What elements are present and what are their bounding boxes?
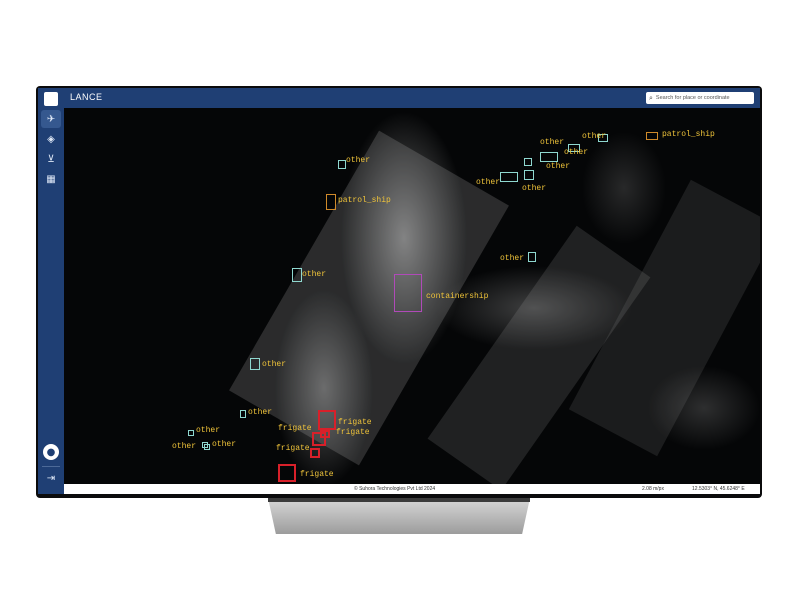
detection-label: other <box>172 442 197 451</box>
app-logo[interactable] <box>44 92 58 106</box>
detection-label: other <box>522 184 547 193</box>
cursor-coordinates: 12.5303° N, 45.6248° E <box>692 486 745 492</box>
detection-box-other[interactable] <box>188 430 194 436</box>
detection-box-frigate[interactable] <box>278 464 296 482</box>
monitor-stand-shadow <box>268 498 530 502</box>
detection-box-other[interactable] <box>524 170 534 180</box>
app-title: LANCE <box>70 92 103 102</box>
detection-box-patrol_ship[interactable] <box>646 132 658 140</box>
detection-label: frigate <box>278 424 312 433</box>
monitor-frame: ✈ ◈ ⊻ ▦ ● ⇥ LANCE ⌕ Search for place or … <box>36 86 762 498</box>
user-icon[interactable]: ● <box>43 444 59 460</box>
detection-label: other <box>262 360 287 369</box>
logout-icon[interactable]: ⇥ <box>42 470 60 486</box>
monitor-stand <box>268 498 530 534</box>
map-scale: 2.08 m/px <box>642 486 664 492</box>
detection-label: other <box>302 270 327 279</box>
search-icon: ⌕ <box>649 93 653 102</box>
detection-label: frigate <box>336 428 370 437</box>
status-bar: © Suhora Technologies Pvt Ltd 2024 2.08 … <box>64 484 760 494</box>
detection-label: frigate <box>300 470 334 479</box>
sidebar-divider <box>42 466 60 467</box>
detection-box-frigate[interactable] <box>310 448 320 458</box>
detection-label: frigate <box>276 444 310 453</box>
layers-icon[interactable]: ◈ <box>41 130 61 148</box>
detection-box-containership[interactable] <box>394 274 422 312</box>
detection-label: other <box>212 440 237 449</box>
detection-box-other[interactable] <box>338 160 346 169</box>
detection-label: other <box>540 138 565 147</box>
detection-box-patrol_ship[interactable] <box>326 194 336 210</box>
detection-box-other[interactable] <box>240 410 246 418</box>
satellite-icon[interactable]: ✈ <box>41 110 61 128</box>
search-box[interactable]: ⌕ Search for place or coordinate <box>646 92 754 104</box>
detection-label: other <box>546 162 571 171</box>
sidebar: ✈ ◈ ⊻ ▦ ● ⇥ <box>38 88 64 494</box>
detection-box-other[interactable] <box>540 152 558 162</box>
detection-box-frigate[interactable] <box>320 430 330 438</box>
detection-box-other[interactable] <box>202 442 208 448</box>
detection-label: frigate <box>338 418 372 427</box>
detection-label: patrol_ship <box>338 196 391 205</box>
sar-map-view[interactable]: other patrol_ship other containership other o… <box>64 108 760 484</box>
search-input[interactable]: Search for place or coordinate <box>656 95 730 101</box>
detection-box-other[interactable] <box>250 358 260 370</box>
detection-label: containership <box>426 292 489 301</box>
detection-label: other <box>582 132 607 141</box>
detection-box-other[interactable] <box>292 268 302 282</box>
detection-box-other[interactable] <box>500 172 518 182</box>
calendar-icon[interactable]: ▦ <box>41 170 61 188</box>
detection-label: other <box>196 426 221 435</box>
detection-label: other <box>500 254 525 263</box>
detection-box-frigate[interactable] <box>318 410 336 430</box>
app-screen: ✈ ◈ ⊻ ▦ ● ⇥ LANCE ⌕ Search for place or … <box>38 88 760 494</box>
detection-label: other <box>564 148 589 157</box>
detection-label: other <box>346 156 371 165</box>
detection-label: other <box>248 408 273 417</box>
detection-label: other <box>476 178 501 187</box>
cart-icon[interactable]: ⊻ <box>41 150 61 168</box>
copyright-text: © Suhora Technologies Pvt Ltd 2024 <box>354 486 436 492</box>
top-bar: LANCE ⌕ Search for place or coordinate <box>64 88 760 108</box>
detection-box-other[interactable] <box>528 252 536 262</box>
detection-box-other[interactable] <box>524 158 532 166</box>
detection-label: patrol_ship <box>662 130 715 139</box>
